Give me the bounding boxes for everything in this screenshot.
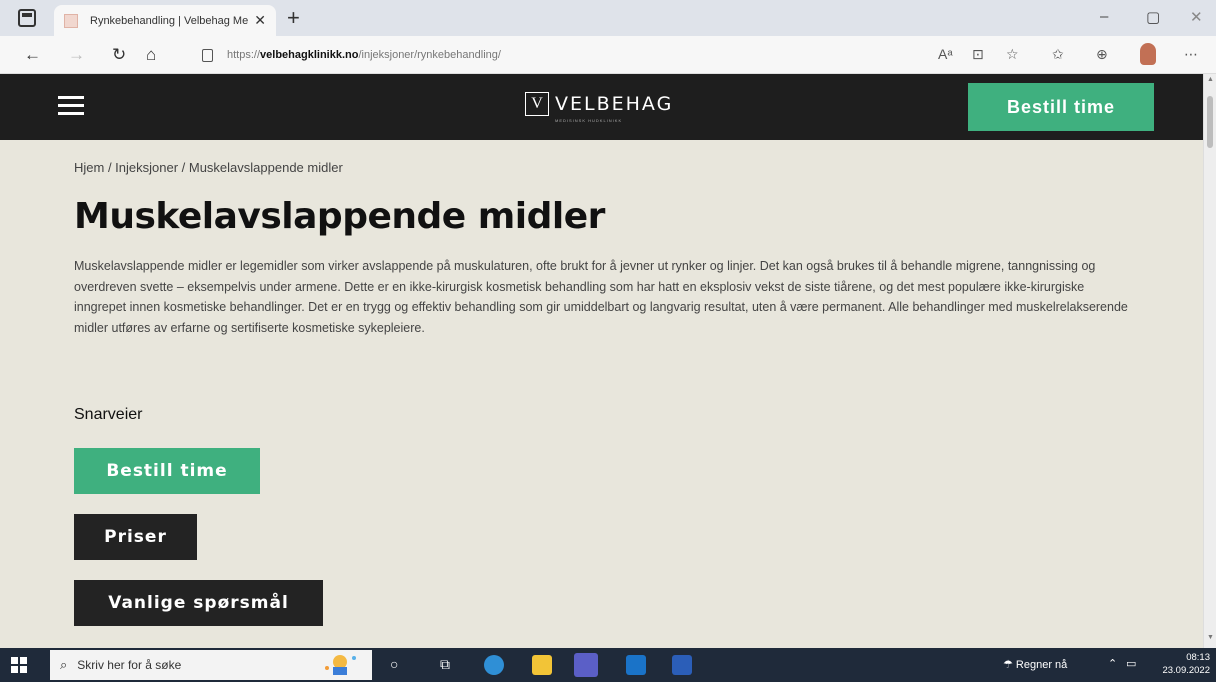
new-tab-button[interactable]: + xyxy=(287,5,300,31)
intro-paragraph: Muskelavslappende midler er legemidler s… xyxy=(74,259,1128,335)
maximize-button[interactable]: ▢ xyxy=(1146,8,1160,26)
weather-icon: ☂ xyxy=(1003,659,1016,671)
windows-start-icon[interactable] xyxy=(11,657,27,673)
immersive-reader-icon[interactable]: ⊡ xyxy=(972,46,984,63)
url-scheme: https:// xyxy=(227,49,261,61)
scroll-up-icon[interactable]: ▲ xyxy=(1207,76,1214,83)
url-path: /injeksjoner/rynkebehandling/ xyxy=(358,49,501,61)
reload-icon[interactable]: ↻ xyxy=(112,45,126,65)
logo-mark: V xyxy=(525,92,549,116)
file-explorer-icon[interactable] xyxy=(532,655,552,675)
more-options-icon[interactable]: ⋯ xyxy=(1184,46,1198,63)
close-window-button[interactable]: ✕ xyxy=(1190,8,1203,26)
show-hidden-icons[interactable]: ⌃ xyxy=(1108,657,1117,670)
browser-tab-strip: Rynkebehandling | Velbehag Me ✕ + – ▢ ✕ xyxy=(0,0,1216,36)
logo-subtitle: MEDISINSK HUDKLINIKK xyxy=(555,118,623,123)
add-favorite-icon[interactable]: ☆ xyxy=(1006,46,1019,63)
outlook-icon[interactable] xyxy=(626,655,646,675)
shortcut-prices-button[interactable]: Priser xyxy=(74,514,197,560)
shortcut-book-button[interactable]: Bestill time xyxy=(74,448,260,494)
browser-tab[interactable]: Rynkebehandling | Velbehag Me ✕ xyxy=(54,5,276,36)
search-placeholder: Skriv her for å søke xyxy=(77,658,182,672)
header-book-button[interactable]: Bestill time xyxy=(968,83,1154,131)
page-scrollbar[interactable]: ▲ ▼ xyxy=(1203,74,1216,648)
teams-icon[interactable] xyxy=(574,653,598,677)
forward-icon[interactable]: → xyxy=(68,45,85,65)
word-icon[interactable] xyxy=(672,655,692,675)
logo-text: VELBEHAG xyxy=(555,93,674,115)
weather-text: Regner nå xyxy=(1015,659,1068,671)
profile-avatar[interactable] xyxy=(1140,43,1156,65)
clock-time: 08:13 xyxy=(1186,652,1210,663)
read-aloud-icon[interactable]: A͏ᵃ xyxy=(938,46,953,62)
breadcrumb[interactable]: Hjem / Injeksjoner / Muskelavslappende m… xyxy=(74,160,343,175)
cortana-icon[interactable]: ○ xyxy=(390,656,398,672)
scroll-thumb[interactable] xyxy=(1207,96,1213,148)
shortcut-faq-button[interactable]: Vanlige spørsmål xyxy=(74,580,323,626)
address-bar-row: ← → ↻ ⌂ https:// velbehagklinikk.no /inj… xyxy=(0,36,1216,74)
menu-icon[interactable] xyxy=(58,96,84,116)
url-field[interactable]: https:// velbehagklinikk.no /injeksjoner… xyxy=(196,42,916,68)
battery-icon[interactable]: ▭ xyxy=(1126,657,1136,670)
home-icon[interactable]: ⌂ xyxy=(146,45,156,65)
clock-date: 23.09.2022 xyxy=(1162,665,1210,676)
search-icon: ⌕ xyxy=(60,657,68,672)
site-header: V VELBEHAG MEDISINSK HUDKLINIKK Bestill … xyxy=(0,74,1203,140)
tab-title: Rynkebehandling | Velbehag Me xyxy=(90,14,249,27)
search-highlight-icon[interactable] xyxy=(320,652,360,676)
back-icon[interactable]: ← xyxy=(24,45,41,65)
lock-icon[interactable] xyxy=(202,48,213,62)
windows-taskbar: ⌕ Skriv her for å søke ○ ⧉ ☂ Regner nå ⌃… xyxy=(0,648,1216,682)
tab-close-icon[interactable]: ✕ xyxy=(254,12,266,29)
favorites-icon[interactable]: ✩ xyxy=(1052,46,1064,63)
site-logo[interactable]: V VELBEHAG MEDISINSK HUDKLINIKK xyxy=(525,92,674,123)
url-domain: velbehagklinikk.no xyxy=(260,49,359,61)
shortcuts-heading: Snarveier xyxy=(74,406,143,423)
scroll-down-icon[interactable]: ▼ xyxy=(1207,634,1214,641)
collections-icon[interactable]: ⊕ xyxy=(1096,46,1108,63)
task-view-icon[interactable]: ⧉ xyxy=(440,656,450,673)
edge-icon[interactable] xyxy=(484,655,504,675)
page-title: Muskelavslappende midler xyxy=(74,196,605,237)
weather-widget[interactable]: ☂ Regner nå xyxy=(1003,658,1067,671)
minimize-button[interactable]: – xyxy=(1100,8,1108,25)
tab-actions-icon[interactable] xyxy=(18,9,36,27)
taskbar-clock[interactable]: 08:13 23.09.2022 xyxy=(1150,651,1210,677)
site-favicon-icon xyxy=(64,13,78,28)
